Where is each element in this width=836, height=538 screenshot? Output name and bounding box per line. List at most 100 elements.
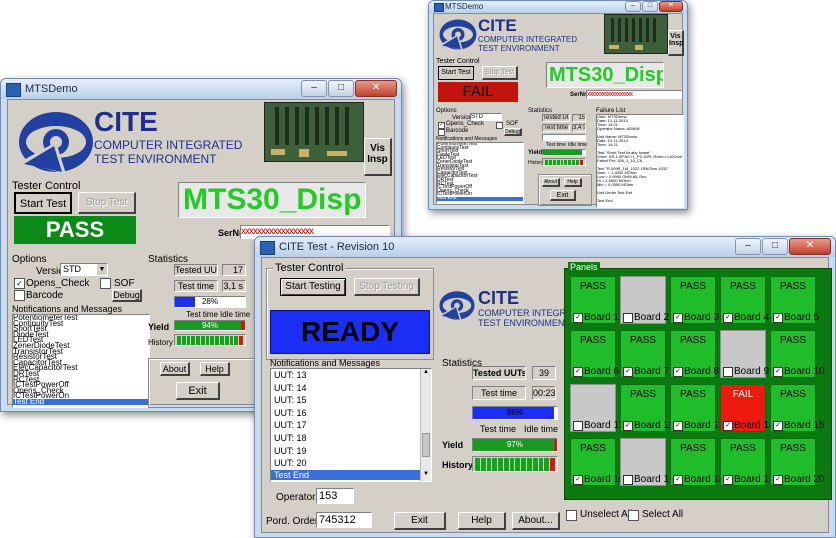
- board-tile[interactable]: PASS ✓ Board 10: [770, 330, 825, 378]
- title-bar[interactable]: MTSDemo – □ ✕: [1, 79, 401, 99]
- start-testing-button[interactable]: Start Testing: [280, 278, 346, 296]
- board-tile[interactable]: PASS ✓ Board 4: [720, 276, 769, 324]
- board-checkbox[interactable]: ✓: [723, 475, 733, 485]
- close-button[interactable]: ✕: [355, 80, 397, 97]
- minimize-button[interactable]: –: [301, 80, 327, 97]
- scroll-thumb[interactable]: [422, 433, 430, 457]
- exit-button[interactable]: Exit: [176, 382, 220, 400]
- uut-list-item[interactable]: UUT: 16: [274, 407, 431, 420]
- scroll-down-icon[interactable]: ▼: [421, 471, 431, 481]
- sof-checkbox[interactable]: [496, 122, 503, 129]
- uut-list-item-selected[interactable]: Test End: [271, 469, 431, 480]
- board-tile[interactable]: PASS ✓ Board 3: [670, 276, 719, 324]
- uut-list[interactable]: UUT: 13 UUT: 14 UUT: 15 UUT: 16 UUT: 17 UUT: …: [270, 368, 432, 482]
- about-button[interactable]: About: [542, 178, 560, 187]
- board-checkbox[interactable]: ✓: [673, 313, 683, 323]
- list-item[interactable]: Test End: [437, 196, 523, 201]
- board-checkbox[interactable]: ✓: [773, 421, 783, 431]
- board-checkbox[interactable]: ✓: [573, 475, 583, 485]
- vis-insp-button[interactable]: Vis Insp: [668, 30, 684, 56]
- board-tile[interactable]: PASS ✓ Board 20: [770, 438, 825, 486]
- board-tile[interactable]: PASS ✓ Board 19: [720, 438, 775, 486]
- sof-checkbox[interactable]: [100, 278, 111, 289]
- list-scrollbar[interactable]: ▲ ▼: [420, 369, 431, 481]
- board-checkbox[interactable]: ✓: [623, 367, 633, 377]
- stop-test-button[interactable]: Stop Test: [482, 66, 518, 80]
- version-select[interactable]: STD ▼: [60, 263, 108, 276]
- close-button[interactable]: ✕: [789, 238, 831, 255]
- board-checkbox[interactable]: ✓: [673, 367, 683, 377]
- board-tile[interactable]: Board 17: [620, 438, 675, 486]
- minimize-button[interactable]: –: [735, 238, 761, 255]
- board-checkbox[interactable]: ✓: [573, 313, 583, 323]
- board-tile[interactable]: Board 2: [620, 276, 669, 324]
- board-tile[interactable]: PASS ✓ Board 6: [570, 330, 619, 378]
- vis-insp-button[interactable]: Vis Insp: [364, 138, 392, 176]
- board-tile[interactable]: PASS ✓ Board 12: [620, 384, 675, 432]
- uut-list-item[interactable]: UUT: 19: [274, 445, 431, 458]
- test-list[interactable]: PotentiometerTest ContinuityTest ShortTest…: [12, 314, 150, 408]
- board-checkbox[interactable]: ✓: [723, 313, 733, 323]
- board-tile[interactable]: PASS ✓ Board 13: [670, 384, 725, 432]
- maximize-button[interactable]: □: [642, 1, 658, 12]
- board-checkbox[interactable]: [623, 475, 633, 485]
- about-button[interactable]: About...: [512, 512, 560, 530]
- board-tile[interactable]: PASS ✓ Board 8: [670, 330, 719, 378]
- barcode-checkbox[interactable]: [14, 290, 25, 301]
- board-checkbox[interactable]: ✓: [773, 475, 783, 485]
- chevron-down-icon[interactable]: ▼: [97, 264, 107, 275]
- maximize-button[interactable]: □: [328, 80, 354, 97]
- list-item[interactable]: Test End: [597, 199, 683, 203]
- stop-testing-button[interactable]: Stop Testing: [354, 278, 420, 296]
- board-tile[interactable]: PASS ✓ Board 15: [770, 384, 825, 432]
- uut-list-item[interactable]: UUT: 14: [274, 382, 431, 395]
- board-checkbox[interactable]: ✓: [773, 313, 783, 323]
- failure-list[interactable]: User: MTSDemo Date: 12-11-2014 Time: 14:21…: [596, 114, 684, 208]
- board-checkbox[interactable]: ✓: [673, 421, 683, 431]
- debug-button[interactable]: Debug: [504, 128, 522, 136]
- about-button[interactable]: About: [160, 362, 190, 376]
- board-tile[interactable]: PASS ✓ Board 18: [670, 438, 725, 486]
- start-test-button[interactable]: Start Test: [438, 66, 474, 80]
- scroll-up-icon[interactable]: ▲: [421, 369, 431, 379]
- board-tile[interactable]: PASS ✓ Board 7: [620, 330, 669, 378]
- exit-button[interactable]: Exit: [394, 512, 446, 530]
- uut-list-item[interactable]: UUT: 18: [274, 432, 431, 445]
- board-checkbox[interactable]: ✓: [573, 367, 583, 377]
- debug-button[interactable]: Debug: [112, 289, 142, 302]
- stop-test-button[interactable]: Stop Test: [78, 192, 136, 214]
- board-checkbox[interactable]: [723, 367, 733, 377]
- board-checkbox[interactable]: ✓: [773, 367, 783, 377]
- start-test-button[interactable]: Start Test: [14, 192, 72, 214]
- select-all-checkbox[interactable]: [628, 510, 639, 521]
- maximize-button[interactable]: □: [762, 238, 788, 255]
- board-tile[interactable]: FAIL ✓ Board 14: [720, 384, 775, 432]
- board-tile[interactable]: PASS ✓ Board 5: [770, 276, 819, 324]
- board-tile[interactable]: PASS ✓ Board 16: [570, 438, 625, 486]
- board-checkbox[interactable]: ✓: [673, 475, 683, 485]
- help-button[interactable]: Help: [200, 362, 230, 376]
- board-checkbox[interactable]: ✓: [723, 421, 733, 431]
- board-tile[interactable]: PASS ✓ Board 1: [570, 276, 619, 324]
- title-bar[interactable]: CITE Test - Revision 10 – □ ✕: [255, 237, 835, 257]
- barcode-checkbox[interactable]: [438, 129, 445, 136]
- board-tile[interactable]: Board 11: [570, 384, 624, 432]
- uut-list-item[interactable]: UUT: 17: [274, 419, 431, 432]
- order-field[interactable]: 745312: [316, 512, 372, 528]
- opens-check-checkbox[interactable]: ✓: [14, 278, 25, 289]
- board-checkbox[interactable]: [573, 421, 583, 431]
- uut-list-item[interactable]: UUT: 13: [274, 369, 431, 382]
- help-button[interactable]: Help: [458, 512, 506, 530]
- uut-list-item[interactable]: UUT: 15: [274, 394, 431, 407]
- version-select[interactable]: STD: [470, 113, 502, 121]
- unselect-all-checkbox[interactable]: [566, 510, 577, 521]
- opens-check-checkbox[interactable]: ✓: [438, 122, 445, 129]
- close-button[interactable]: ✕: [659, 1, 683, 12]
- exit-button[interactable]: Exit: [550, 190, 576, 201]
- board-checkbox[interactable]: ✓: [623, 421, 633, 431]
- board-tile[interactable]: Board 9: [720, 330, 769, 378]
- serial-number-field[interactable]: xxxxxxxxxxxxxxxxxx: [586, 90, 682, 99]
- board-checkbox[interactable]: [623, 313, 633, 323]
- title-bar[interactable]: MTSDemo – □ ✕: [429, 1, 687, 13]
- list-item[interactable]: Test End: [13, 398, 149, 405]
